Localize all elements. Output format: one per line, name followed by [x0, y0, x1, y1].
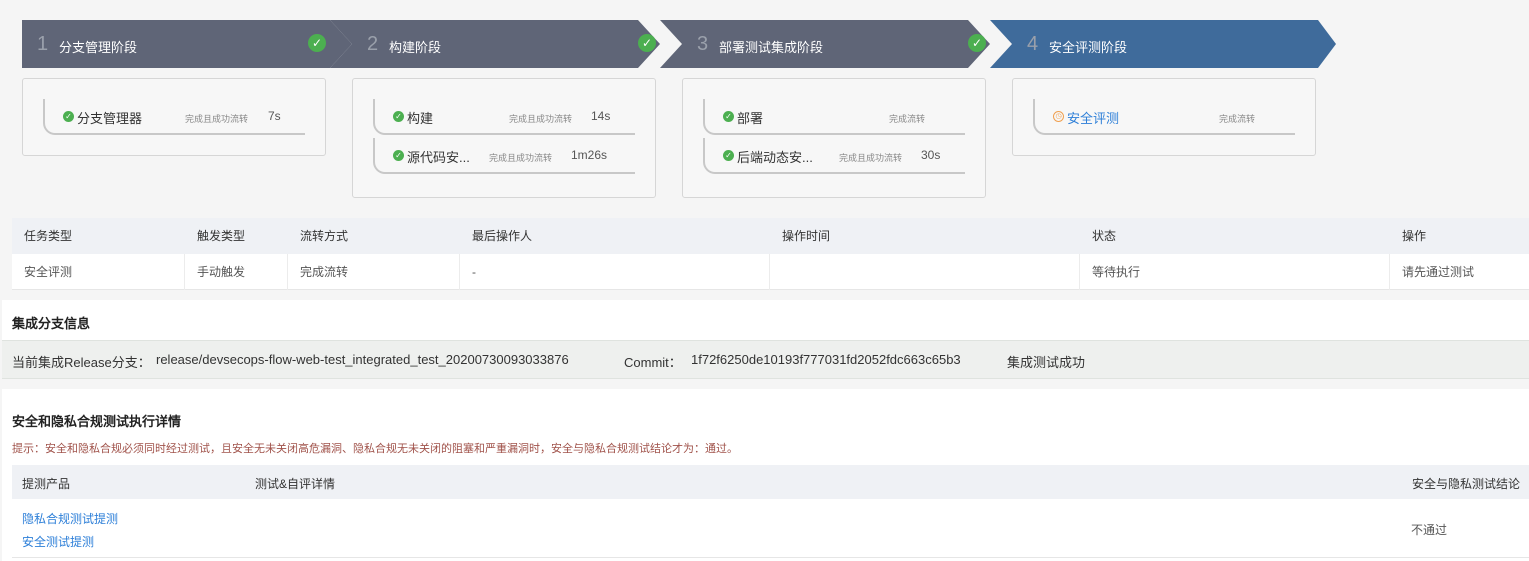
stage-1-title: 分支管理阶段 — [59, 40, 138, 55]
job-duration: 7s — [268, 109, 281, 123]
job-status: 完成且成功流转 — [185, 114, 249, 124]
job-item[interactable]: ✓ 源代码安... 完成且成功流转 1m26s — [373, 138, 635, 174]
table-header: 流转方式 — [300, 229, 349, 243]
job-item[interactable]: ✓ 构建 完成且成功流转 14s — [373, 99, 635, 135]
branch-section-title: 集成分支信息 — [12, 316, 91, 331]
job-item[interactable]: ✓ 后端动态安... 完成且成功流转 30s — [703, 138, 965, 174]
table-header: 操作时间 — [782, 229, 831, 243]
stage-4-header[interactable]: 4 安全评测阶段 — [990, 20, 1336, 68]
job-name[interactable]: 构建 — [407, 108, 433, 127]
branch-section — [2, 300, 1529, 340]
success-icon: ✓ — [723, 150, 734, 161]
stage-3-number: 3 — [697, 33, 709, 55]
job-name[interactable]: 后端动态安... — [737, 147, 813, 166]
table-header: 提测产品 — [22, 477, 71, 491]
action-text[interactable]: 请先通过测试 — [1390, 254, 1529, 290]
job-item[interactable]: ◷ 安全评测 完成流转 — [1033, 99, 1295, 135]
stage-1-header[interactable]: 1 分支管理阶段 ✓ — [22, 20, 352, 68]
job-name[interactable]: 分支管理器 — [77, 108, 142, 127]
table-header: 操作 — [1402, 229, 1427, 243]
success-icon: ✓ — [63, 111, 74, 122]
pipeline: 1 分支管理阶段 ✓ 2 构建阶段 ✓ 3 部署测试集成阶段 ✓ 4 安全评测阶… — [0, 0, 1529, 210]
stage-3-title: 部署测试集成阶段 — [719, 40, 824, 55]
job-name[interactable]: 源代码安... — [407, 147, 470, 166]
release-label: 当前集成Release分支： — [12, 355, 151, 370]
stage-2-number: 2 — [367, 33, 379, 55]
table-cell — [770, 254, 1080, 290]
table-row: 安全评测 手动触发 完成流转 - 等待执行 请先通过测试 — [12, 254, 1529, 290]
check-icon: ✓ — [968, 34, 986, 52]
table-header: 最后操作人 — [472, 229, 533, 243]
security-result: 不通过 — [1411, 523, 1448, 537]
job-item[interactable]: ✓ 分支管理器 完成且成功流转 7s — [43, 99, 305, 135]
security-section-title: 安全和隐私合规测试执行详情 — [12, 414, 182, 429]
table-header: 安全与隐私测试结论 — [1412, 477, 1521, 491]
integration-result: 集成测试成功 — [1007, 355, 1086, 370]
security-test-link[interactable]: 安全测试提测 — [22, 533, 94, 550]
stage-4-title: 安全评测阶段 — [1049, 40, 1128, 55]
job-item[interactable]: ✓ 部署 完成流转 — [703, 99, 965, 135]
commit-label: Commit： — [624, 355, 682, 370]
stage-2-arrow — [330, 20, 660, 68]
success-icon: ✓ — [393, 150, 404, 161]
privacy-test-link[interactable]: 隐私合规测试提测 — [22, 510, 118, 527]
table-cell: 完成流转 — [288, 254, 460, 290]
stage-1-number: 1 — [37, 33, 49, 55]
table-header: 测试&自评详情 — [255, 477, 336, 491]
job-duration: 14s — [591, 109, 611, 123]
branch-info-bar: 当前集成Release分支： release/devsecops-flow-we… — [2, 340, 1529, 379]
clock-icon: ◷ — [1053, 111, 1064, 122]
stage-3-arrow — [660, 20, 990, 68]
stage-4-card: ◷ 安全评测 完成流转 — [1012, 78, 1316, 156]
stage-4-number: 4 — [1027, 33, 1039, 55]
job-status: 完成流转 — [1219, 114, 1256, 124]
table-cell: 等待执行 — [1080, 254, 1390, 290]
tip-text: 提示：安全和隐私合规必须同时经过测试，且安全无未关闭高危漏洞、隐私合规无未关闭的… — [12, 443, 738, 455]
job-status: 完成流转 — [889, 114, 926, 124]
job-status: 完成且成功流转 — [509, 114, 573, 124]
job-status: 完成且成功流转 — [489, 153, 553, 163]
table-cell: 手动触发 — [185, 254, 288, 290]
success-icon: ✓ — [393, 111, 404, 122]
job-duration: 1m26s — [571, 148, 608, 162]
stage-4-arrow — [990, 20, 1336, 68]
release-value: release/devsecops-flow-web-test_integrat… — [156, 352, 569, 367]
table-header: 状态 — [1092, 229, 1117, 243]
stage-3-card: ✓ 部署 完成流转 ✓ 后端动态安... 完成且成功流转 30s — [682, 78, 986, 198]
table-header: 触发类型 — [197, 229, 246, 243]
job-name[interactable]: 部署 — [737, 108, 763, 127]
security-table-header: 提测产品 测试&自评详情 安全与隐私测试结论 — [12, 465, 1529, 499]
job-status: 完成且成功流转 — [839, 153, 903, 163]
table-header: 任务类型 — [24, 229, 73, 243]
commit-value: 1f72f6250de10193f777031fd2052fdc663c65b3 — [691, 352, 961, 367]
table-header-row: 任务类型 触发类型 流转方式 最后操作人 操作时间 状态 操作 — [12, 218, 1529, 254]
check-icon: ✓ — [638, 34, 656, 52]
divider — [12, 557, 1529, 558]
check-icon: ✓ — [308, 34, 326, 52]
success-icon: ✓ — [723, 111, 734, 122]
table-cell: 安全评测 — [12, 254, 185, 290]
stage-2-title: 构建阶段 — [389, 40, 442, 55]
stage-3-header[interactable]: 3 部署测试集成阶段 ✓ — [660, 20, 990, 68]
table-cell: - — [460, 254, 770, 290]
job-duration: 30s — [921, 148, 941, 162]
stage-2-header[interactable]: 2 构建阶段 ✓ — [330, 20, 660, 68]
stage-2-card: ✓ 构建 完成且成功流转 14s ✓ 源代码安... 完成且成功流转 1m26s — [352, 78, 656, 198]
job-name[interactable]: 安全评测 — [1067, 108, 1119, 127]
stage-1-card: ✓ 分支管理器 完成且成功流转 7s — [22, 78, 326, 156]
